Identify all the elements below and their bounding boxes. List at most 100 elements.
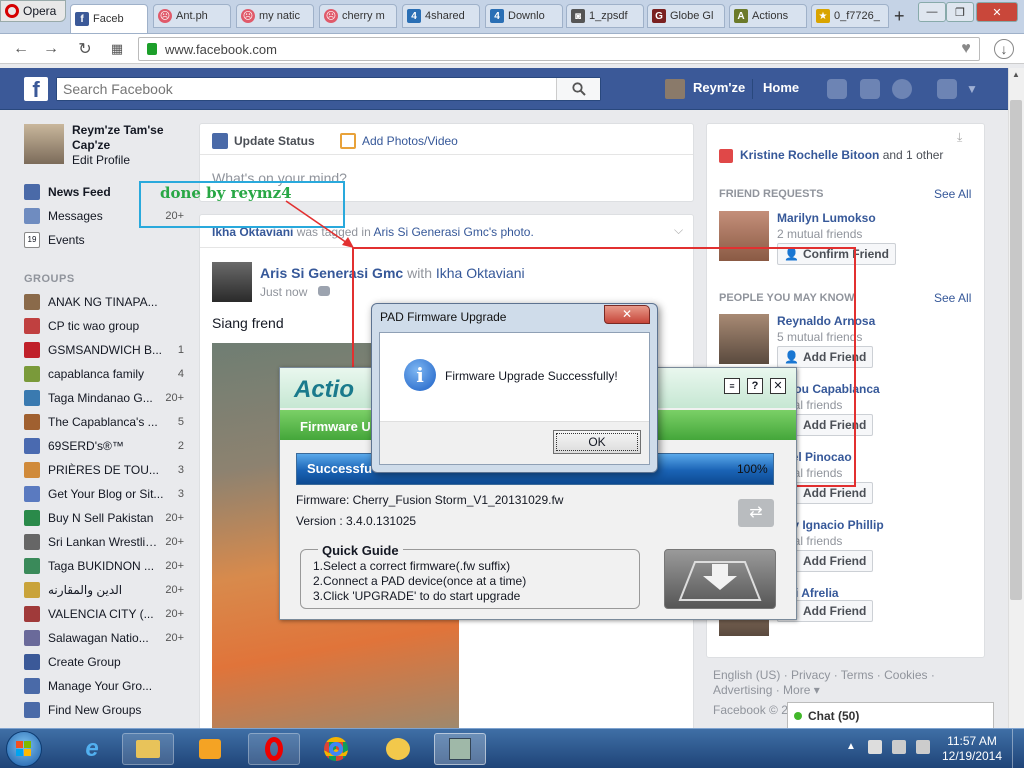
menu-icon[interactable]: ≡: [724, 378, 740, 394]
back-arrow-icon[interactable]: ←: [10, 38, 32, 60]
sidebar-item-group[interactable]: Manage Your Gro...: [24, 676, 184, 696]
post-time[interactable]: Just now: [260, 285, 307, 299]
sidebar-item-label: Taga Mindanao G...: [48, 391, 153, 405]
sidebar-item-group[interactable]: CP tic wao group: [24, 316, 184, 336]
scrollbar-thumb[interactable]: [1010, 100, 1022, 600]
sidebar-item-group[interactable]: Create Group: [24, 652, 184, 672]
tab-download[interactable]: 4 Downlo: [485, 4, 563, 28]
sidebar-item-group[interactable]: ANAK NG TINAPA...: [24, 292, 184, 312]
reload-icon[interactable]: ↻: [74, 38, 96, 60]
add-photos-tab[interactable]: Add Photos/Video: [340, 133, 458, 149]
see-all-requests-link[interactable]: See All: [934, 187, 971, 201]
network-icon[interactable]: [892, 740, 906, 754]
request-name-link[interactable]: Marilyn Lumokso: [777, 211, 876, 225]
start-button[interactable]: [6, 731, 42, 767]
edit-profile-link[interactable]: Edit Profile: [72, 153, 130, 167]
chrome-icon[interactable]: [310, 733, 362, 765]
section-title: Firmware U: [300, 419, 371, 434]
tab-actions[interactable]: A Actions: [729, 4, 807, 28]
sidebar-item-group[interactable]: الدين والمقارنه 20+: [24, 580, 184, 600]
sidebar-item-group[interactable]: Buy N Sell Pakistan 20+: [24, 508, 184, 528]
close-window-icon[interactable]: ✕: [976, 2, 1018, 22]
help-icon[interactable]: ?: [747, 378, 763, 394]
tab-facebook[interactable]: f Faceb: [70, 4, 148, 34]
sidebar-item-events[interactable]: 19 Events: [24, 230, 184, 250]
story-options-chevron-icon[interactable]: ⌵: [674, 223, 683, 238]
sidebar-item-group[interactable]: The Capablanca's ... 5: [24, 412, 184, 432]
scroll-up-icon[interactable]: ▲: [1010, 70, 1022, 82]
tab-my-native[interactable]: ☹ my natic: [236, 4, 314, 28]
privacy-lock-icon[interactable]: [937, 79, 957, 99]
show-desktop-button[interactable]: [1012, 729, 1024, 768]
windows-taskbar: e ▲ 11:57 AM 12/19/2014: [0, 728, 1024, 768]
download-tray-icon[interactable]: ⤓: [957, 130, 962, 145]
upgrade-button[interactable]: [664, 549, 776, 609]
opera-taskbar-icon[interactable]: [248, 733, 300, 765]
messages-icon[interactable]: [860, 79, 880, 99]
sidebar-item-group[interactable]: Taga Mindanao G... 20+: [24, 388, 184, 408]
sidebar-item-group[interactable]: GSMSANDWICH B... 1: [24, 340, 184, 360]
facebook-logo-icon[interactable]: f: [24, 77, 48, 102]
actions-tool-taskbar-icon[interactable]: [434, 733, 486, 765]
sidebar-item-group[interactable]: capablanca family 4: [24, 364, 184, 384]
friend-requests-icon[interactable]: [827, 79, 847, 99]
chevron-down-icon[interactable]: ▼: [966, 82, 978, 96]
audience-friends-icon[interactable]: [318, 286, 330, 296]
bookmark-heart-icon[interactable]: ♥: [955, 38, 977, 60]
show-hidden-icons-icon[interactable]: ▲: [846, 741, 856, 752]
search-input[interactable]: [57, 78, 556, 100]
download-icon[interactable]: ↓: [994, 39, 1014, 59]
search-button[interactable]: [556, 78, 600, 100]
tab-photobucket[interactable]: ◙ 1_zpsdf: [566, 4, 644, 28]
add-friend-label: Add Friend: [802, 604, 867, 618]
forward-arrow-icon[interactable]: →: [40, 38, 62, 60]
avatar[interactable]: [665, 79, 685, 99]
profile-name[interactable]: Reym'ze Tam'se Cap'ze: [72, 123, 182, 153]
see-all-pymk-link[interactable]: See All: [934, 291, 971, 305]
dialog-close-icon[interactable]: ✕: [604, 305, 650, 324]
close-icon[interactable]: ✕: [770, 378, 786, 394]
footer-links-line2[interactable]: Advertising · More ▾: [713, 683, 983, 698]
refresh-icon[interactable]: ⇄: [738, 499, 774, 527]
speed-dial-grid-icon[interactable]: ▦: [106, 38, 128, 60]
sidebar-item-group[interactable]: Taga BUKIDNON ... 20+: [24, 556, 184, 576]
clock[interactable]: 11:57 AM 12/19/2014: [940, 734, 1004, 764]
sidebar-item-group[interactable]: VALENCIA CITY (... 20+: [24, 604, 184, 624]
group-icon: [24, 366, 40, 382]
profile-avatar[interactable]: [24, 124, 64, 164]
sidebar-item-group[interactable]: Get Your Blog or Sit... 3: [24, 484, 184, 504]
progress-label: Successfu: [307, 461, 373, 476]
paint-icon[interactable]: [372, 733, 424, 765]
notice-person-link[interactable]: Kristine Rochelle Bitoon: [740, 148, 879, 162]
quick-guide-title: Quick Guide: [318, 543, 403, 558]
update-status-tab[interactable]: Update Status: [212, 133, 315, 149]
ok-button[interactable]: OK: [553, 430, 641, 454]
tab-antph[interactable]: ☹ Ant.ph: [153, 4, 231, 28]
tab-image[interactable]: ★ 0_f7726_: [811, 4, 889, 28]
tagged-photo-link[interactable]: Aris Si Generasi Gmc's photo.: [373, 225, 533, 239]
profile-link[interactable]: Reym'ze: [693, 80, 745, 95]
minimize-icon[interactable]: —: [918, 2, 946, 22]
author-avatar[interactable]: [212, 262, 252, 302]
tab-4shared[interactable]: 4 4shared: [402, 4, 480, 28]
sidebar-item-group[interactable]: Salawagan Natio... 20+: [24, 628, 184, 648]
file-explorer-icon[interactable]: [122, 733, 174, 765]
tab-globe[interactable]: G Globe Gl: [647, 4, 725, 28]
sidebar-item-group[interactable]: Sri Lankan Wrestli ... 20+: [24, 532, 184, 552]
notifications-globe-icon[interactable]: [892, 79, 912, 99]
sidebar-item-group[interactable]: Find New Groups: [24, 700, 184, 720]
chat-tab[interactable]: Chat (50): [787, 702, 994, 728]
opera-menu-button[interactable]: Opera: [0, 0, 66, 22]
tab-cherry[interactable]: ☹ cherry m: [319, 4, 397, 28]
sidebar-item-group[interactable]: 69SERD's®™ 2: [24, 436, 184, 456]
sidebar-item-group[interactable]: PRIÈRES DE TOU... 3: [24, 460, 184, 480]
flag-alert-icon[interactable]: [868, 740, 882, 754]
home-link[interactable]: Home: [763, 80, 799, 95]
maximize-icon[interactable]: ❐: [946, 2, 974, 22]
url-field[interactable]: www.facebook.com: [138, 37, 980, 61]
media-player-icon[interactable]: [184, 733, 236, 765]
internet-explorer-icon[interactable]: e: [66, 733, 118, 765]
volume-icon[interactable]: [916, 740, 930, 754]
new-tab-button[interactable]: +: [894, 6, 905, 27]
footer-links-line1[interactable]: English (US) · Privacy · Terms · Cookies…: [713, 668, 983, 683]
